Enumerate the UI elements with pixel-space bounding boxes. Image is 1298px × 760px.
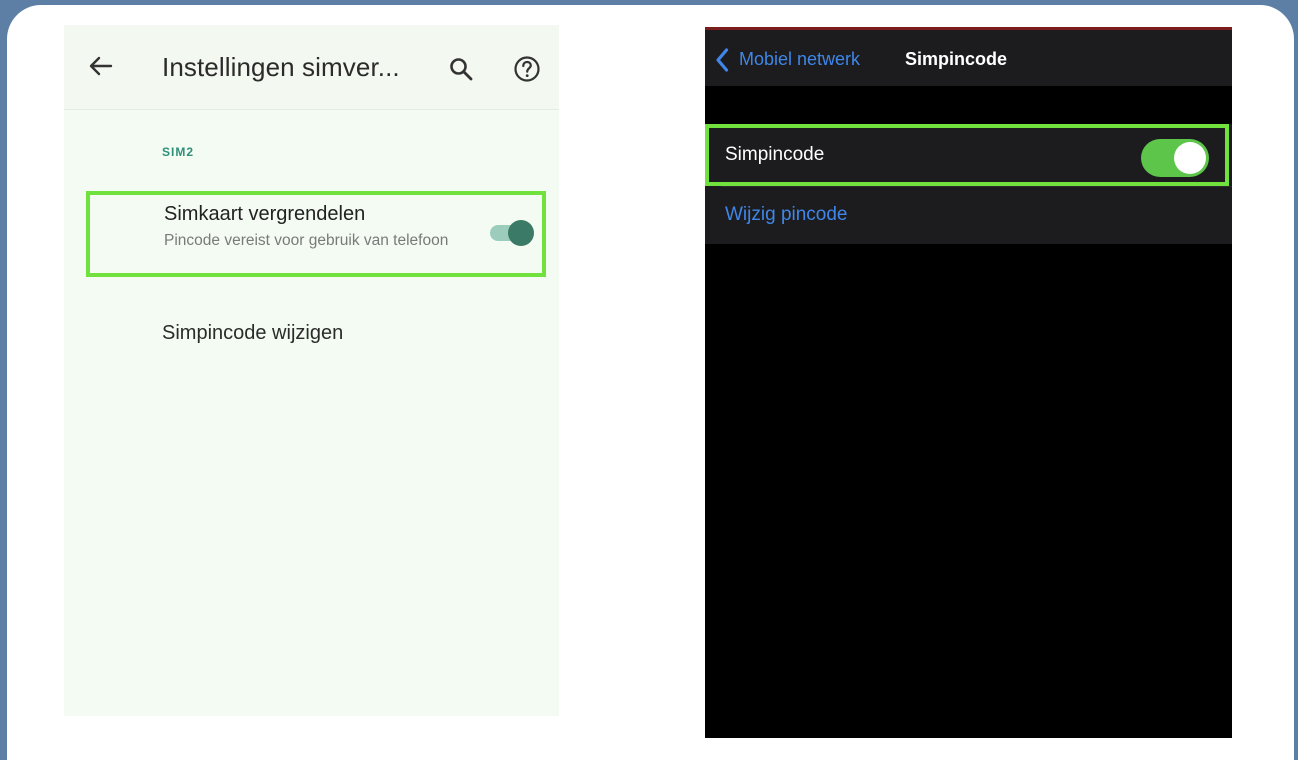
android-app-bar: Instellingen simver... [64, 25, 559, 110]
android-sim-settings-screen: Instellingen simver... SIM2 Simkaart ver… [64, 25, 559, 716]
sim-pin-row[interactable]: Simpincode [705, 124, 1229, 186]
sim-lock-title: Simkaart vergrendelen [164, 203, 366, 225]
sim-pin-label: Simpincode [725, 144, 825, 165]
sim-lock-toggle-knob[interactable] [508, 220, 534, 246]
change-sim-pin-item[interactable]: Simpincode wijzigen [162, 322, 343, 345]
page-title: Simpincode [905, 49, 1008, 69]
search-icon[interactable] [448, 56, 474, 82]
help-icon[interactable] [513, 55, 541, 83]
back-arrow-icon[interactable] [86, 51, 116, 81]
ios-nav-bar: Mobiel netwerk Simpincode [705, 30, 1232, 86]
row-divider [721, 186, 1232, 187]
change-pin-link[interactable]: Wijzig pincode [725, 204, 848, 226]
sim-lock-setting-row[interactable]: Simkaart vergrendelen Pincode vereist vo… [86, 191, 546, 277]
page-title: Instellingen simver... [162, 52, 400, 82]
ios-sim-pin-screen: Mobiel netwerk Simpincode Simpincode Wij… [705, 27, 1232, 738]
sim-lock-subtitle: Pincode vereist voor gebruik van telefoo… [164, 232, 449, 249]
section-header-sim2: SIM2 [162, 145, 195, 159]
chevron-left-icon[interactable] [714, 47, 730, 73]
sim-pin-switch-knob[interactable] [1174, 142, 1206, 174]
back-button-mobile-network[interactable]: Mobiel netwerk [739, 49, 860, 70]
content-card: Instellingen simver... SIM2 Simkaart ver… [7, 5, 1294, 760]
sim-pin-settings-group: Simpincode Wijzig pincode [705, 124, 1232, 244]
sim-pin-switch[interactable] [1141, 139, 1209, 177]
